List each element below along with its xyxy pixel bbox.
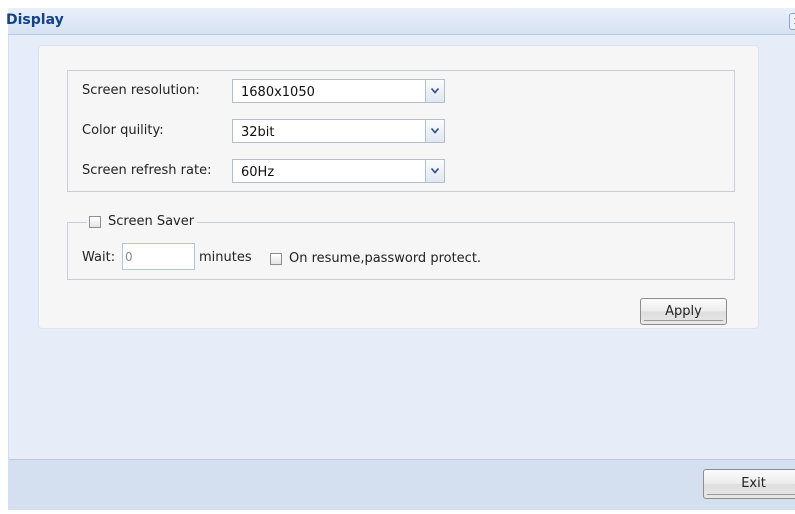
window-title: Display [6,12,64,28]
button-underline [707,494,795,495]
resolution-value: 1680x1050 [241,85,315,100]
content-panel: Screen resolution: 1680x1050 Color quili… [9,35,795,460]
resolution-row: Screen resolution: 1680x1050 [82,79,462,103]
display-settings-group: Screen resolution: 1680x1050 Color quili… [67,70,735,192]
refresh-rate-row: Screen refresh rate: 60Hz [82,159,462,183]
chevron-down-icon[interactable] [425,80,444,102]
resolution-select[interactable]: 1680x1050 [232,79,445,103]
wait-minutes-input[interactable]: 0 [122,243,195,270]
password-protect-checkbox[interactable] [270,253,282,265]
refresh-rate-select[interactable]: 60Hz [232,159,445,183]
color-quality-select[interactable]: 32bit [232,119,445,143]
color-quality-label: Color quility: [82,123,164,138]
close-icon[interactable]: x [789,13,795,30]
minutes-label: minutes [199,250,252,265]
exit-button[interactable]: Exit [703,469,795,499]
wait-label: Wait: [82,250,116,265]
display-window: Display x Screen resolution: 1680x1050 C… [6,8,795,510]
resolution-label: Screen resolution: [82,83,200,98]
settings-card: Screen resolution: 1680x1050 Color quili… [38,45,759,329]
chevron-down-icon[interactable] [425,160,444,182]
apply-button-label: Apply [665,304,702,319]
apply-button[interactable]: Apply [640,298,727,325]
exit-button-label: Exit [741,476,766,491]
screen-saver-label: Screen Saver [108,214,195,229]
refresh-rate-value: 60Hz [241,165,275,180]
chevron-down-icon[interactable] [425,120,444,142]
title-bar: Display x [6,8,795,35]
button-underline [644,320,723,321]
color-quality-value: 32bit [241,125,275,140]
screen-saver-legend: Screen Saver [87,212,198,232]
refresh-rate-label: Screen refresh rate: [82,163,212,178]
color-quality-row: Color quility: 32bit [82,119,462,143]
password-protect-label: On resume,password protect. [289,251,482,266]
screen-saver-checkbox[interactable] [89,216,101,228]
